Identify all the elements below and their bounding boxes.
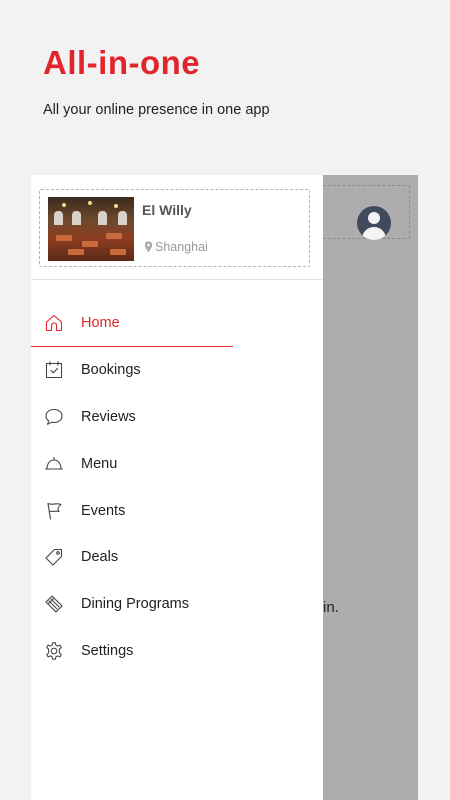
menu-item-menu[interactable]: Menu (31, 440, 323, 487)
location-label: Shanghai (155, 240, 208, 254)
navigation-drawer: El Willy Shanghai Home Bookings Reviews … (31, 175, 323, 800)
flag-icon (43, 500, 65, 522)
restaurant-card[interactable]: El Willy Shanghai (39, 189, 310, 267)
app-screen: in. El Willy Shanghai Home Bookings Revi… (31, 175, 418, 800)
background-text: in. (323, 599, 339, 616)
menu-item-label: Settings (81, 642, 134, 659)
user-avatar-icon[interactable] (357, 206, 391, 240)
restaurant-photo (48, 197, 134, 261)
menu-item-label: Reviews (81, 408, 136, 425)
ticket-icon (43, 593, 65, 615)
menu-item-deals[interactable]: Deals (31, 534, 323, 581)
menu-item-label: Events (81, 502, 126, 519)
tag-icon (43, 546, 65, 568)
cloche-icon (43, 453, 65, 475)
menu-item-settings[interactable]: Settings (31, 628, 323, 675)
hero-title: All-in-one (43, 44, 201, 81)
drawer-divider (31, 279, 323, 280)
gear-icon (43, 640, 65, 662)
menu-item-dining-programs[interactable]: Dining Programs (31, 581, 323, 628)
menu-item-home[interactable]: Home (31, 300, 323, 347)
menu-item-label: Menu (81, 455, 118, 472)
hero-subtitle: All your online presence in one app (43, 102, 270, 118)
chat-bubble-icon (43, 406, 65, 428)
menu-item-label: Deals (81, 549, 119, 566)
drawer-menu: Home Bookings Reviews Menu Events Deals … (31, 300, 323, 674)
menu-item-reviews[interactable]: Reviews (31, 394, 323, 441)
menu-item-label: Dining Programs (81, 596, 189, 613)
calendar-check-icon (43, 359, 65, 381)
restaurant-name: El Willy (142, 202, 192, 218)
restaurant-location: Shanghai (144, 240, 208, 254)
menu-item-bookings[interactable]: Bookings (31, 347, 323, 394)
menu-item-events[interactable]: Events (31, 487, 323, 534)
menu-item-label: Bookings (81, 362, 141, 379)
menu-item-label: Home (81, 315, 120, 332)
home-icon (43, 312, 65, 334)
location-pin-icon (144, 241, 153, 253)
